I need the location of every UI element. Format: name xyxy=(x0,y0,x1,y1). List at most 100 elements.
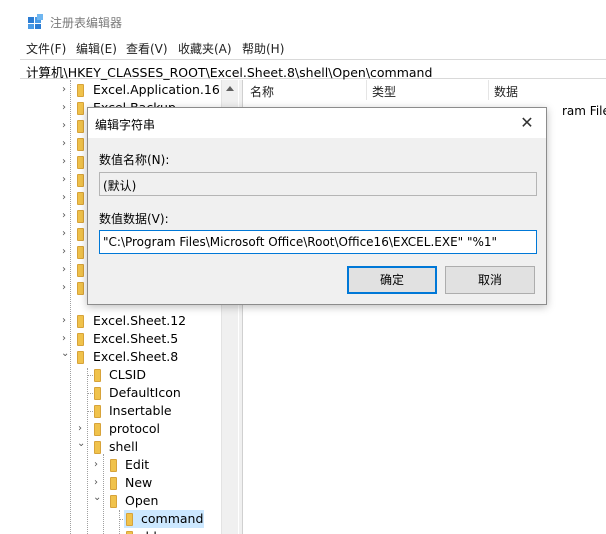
chevron-right-icon[interactable]: › xyxy=(62,316,72,326)
tree-item[interactable]: › Excel.Application.16 xyxy=(20,81,220,99)
tree-item-insertable[interactable]: Insertable xyxy=(20,402,220,420)
scroll-up-icon[interactable] xyxy=(226,86,234,91)
folder-icon xyxy=(77,315,84,328)
chevron-right-icon[interactable]: › xyxy=(62,85,72,95)
cancel-button[interactable]: 取消 xyxy=(445,266,535,294)
column-header-type[interactable]: 类型 xyxy=(372,83,396,100)
chevron-down-icon[interactable]: ⌄ xyxy=(93,493,103,503)
address-path[interactable]: 计算机\HKEY_CLASSES_ROOT\Excel.Sheet.8\shel… xyxy=(26,62,432,81)
tree-guide-line xyxy=(87,393,93,394)
tree-item-label: Excel.Sheet.8 xyxy=(93,349,179,364)
tree-item[interactable]: › xyxy=(20,135,84,153)
tree-item[interactable]: › xyxy=(20,153,84,171)
folder-icon xyxy=(77,246,84,259)
folder-icon xyxy=(77,210,84,223)
chevron-right-icon[interactable]: › xyxy=(62,334,72,344)
tree-item-label: DefaultIcon xyxy=(109,385,181,400)
tree-item-excel-sheet-12[interactable]: › Excel.Sheet.12 xyxy=(20,312,220,330)
ok-button[interactable]: 确定 xyxy=(347,266,437,294)
tree-item-excel-sheet-5[interactable]: › Excel.Sheet.5 xyxy=(20,330,220,348)
menu-file[interactable]: 文件(F) xyxy=(26,40,66,57)
close-icon[interactable]: ✕ xyxy=(516,113,538,133)
tree-guide-line xyxy=(87,375,93,376)
tree-item-new[interactable]: › New xyxy=(20,474,220,492)
folder-icon xyxy=(94,441,101,454)
chevron-right-icon[interactable]: › xyxy=(62,211,72,221)
chevron-down-icon[interactable]: ⌄ xyxy=(61,349,71,359)
tree-item[interactable]: › xyxy=(20,279,84,297)
tree-item[interactable]: › xyxy=(20,243,84,261)
chevron-right-icon[interactable]: › xyxy=(62,247,72,257)
folder-icon xyxy=(77,228,84,241)
value-data-cell[interactable]: ram Files\M xyxy=(562,104,606,118)
column-header-name[interactable]: 名称 xyxy=(250,83,274,100)
tree-item-label: shell xyxy=(109,439,139,454)
dialog-title: 编辑字符串 xyxy=(95,118,156,132)
chevron-right-icon[interactable]: › xyxy=(62,139,72,149)
value-name-label: 数值名称(N): xyxy=(99,153,170,167)
regedit-icon xyxy=(28,14,43,29)
tree-item-label: Excel.Sheet.5 xyxy=(93,331,179,346)
tree-item-open[interactable]: ⌄ Open xyxy=(20,492,220,510)
value-data-field[interactable]: "C:\Program Files\Microsoft Office\Root\… xyxy=(99,230,537,254)
chevron-right-icon[interactable]: › xyxy=(62,103,72,113)
address-bar[interactable]: 计算机\HKEY_CLASSES_ROOT\Excel.Sheet.8\shel… xyxy=(20,59,606,81)
tree-item[interactable]: › xyxy=(20,117,84,135)
folder-icon xyxy=(110,495,117,508)
folder-icon xyxy=(94,405,101,418)
folder-icon xyxy=(94,387,101,400)
folder-icon xyxy=(77,120,84,133)
tree-item-defaulticon[interactable]: DefaultIcon xyxy=(20,384,220,402)
menu-view[interactable]: 查看(V) xyxy=(126,40,168,57)
column-divider[interactable] xyxy=(366,80,367,100)
tree-item[interactable]: › xyxy=(20,225,84,243)
chevron-right-icon[interactable]: › xyxy=(94,478,104,488)
chevron-right-icon[interactable]: › xyxy=(94,460,104,470)
menu-edit[interactable]: 编辑(E) xyxy=(76,40,117,57)
value-data-label: 数值数据(V): xyxy=(99,212,169,226)
chevron-right-icon[interactable]: › xyxy=(62,283,72,293)
tree-item-clsid[interactable]: CLSID xyxy=(20,366,220,384)
chevron-right-icon[interactable]: › xyxy=(62,175,72,185)
tree-item-label: Edit xyxy=(125,457,150,472)
chevron-right-icon[interactable]: › xyxy=(62,229,72,239)
folder-icon xyxy=(77,333,84,346)
tree-item-protocol[interactable]: › protocol xyxy=(20,420,220,438)
dialog-title-bar[interactable]: 编辑字符串 ✕ xyxy=(88,108,546,138)
chevron-right-icon[interactable]: › xyxy=(62,121,72,131)
menu-favorites[interactable]: 收藏夹(A) xyxy=(178,40,232,57)
folder-icon xyxy=(94,369,101,382)
tree-item-label: Open xyxy=(125,493,159,508)
tree-item-excel-sheet-8[interactable]: ⌄ Excel.Sheet.8 xyxy=(20,348,220,366)
tree-item[interactable]: › xyxy=(20,189,84,207)
folder-icon xyxy=(77,156,84,169)
tree-item-command[interactable]: command xyxy=(20,510,220,528)
tree-item[interactable]: › xyxy=(20,261,84,279)
tree-item-ddeexec[interactable]: › ddeexec xyxy=(20,528,220,534)
folder-icon xyxy=(77,84,84,97)
window-title: 注册表编辑器 xyxy=(50,16,123,30)
tree-item-shell[interactable]: ⌄ shell xyxy=(20,438,220,456)
menu-bar: 文件(F) 编辑(E) 查看(V) 收藏夹(A) 帮助(H) xyxy=(20,38,606,58)
chevron-right-icon[interactable]: › xyxy=(62,157,72,167)
tree-guide-line xyxy=(87,411,93,412)
title-bar: 注册表编辑器 xyxy=(20,0,606,38)
tree-item[interactable]: › xyxy=(20,207,84,225)
folder-icon xyxy=(110,459,117,472)
tree-item-label: protocol xyxy=(109,421,160,436)
tree-item-edit[interactable]: › Edit xyxy=(20,456,220,474)
tree-item-label: New xyxy=(125,475,153,490)
menu-help[interactable]: 帮助(H) xyxy=(242,40,284,57)
value-name-field: (默认) xyxy=(99,172,537,196)
column-divider[interactable] xyxy=(488,80,489,100)
tree-item-label: Excel.Sheet.12 xyxy=(93,313,187,328)
column-header-data[interactable]: 数据 xyxy=(494,83,518,100)
folder-icon xyxy=(126,513,133,526)
chevron-down-icon[interactable]: ⌄ xyxy=(77,439,87,449)
chevron-right-icon[interactable]: › xyxy=(62,265,72,275)
tree-item[interactable]: › xyxy=(20,171,84,189)
folder-icon xyxy=(77,282,84,295)
chevron-right-icon[interactable]: › xyxy=(78,424,88,434)
tree-item-label: Excel.Application.16 xyxy=(93,82,220,97)
chevron-right-icon[interactable]: › xyxy=(62,193,72,203)
